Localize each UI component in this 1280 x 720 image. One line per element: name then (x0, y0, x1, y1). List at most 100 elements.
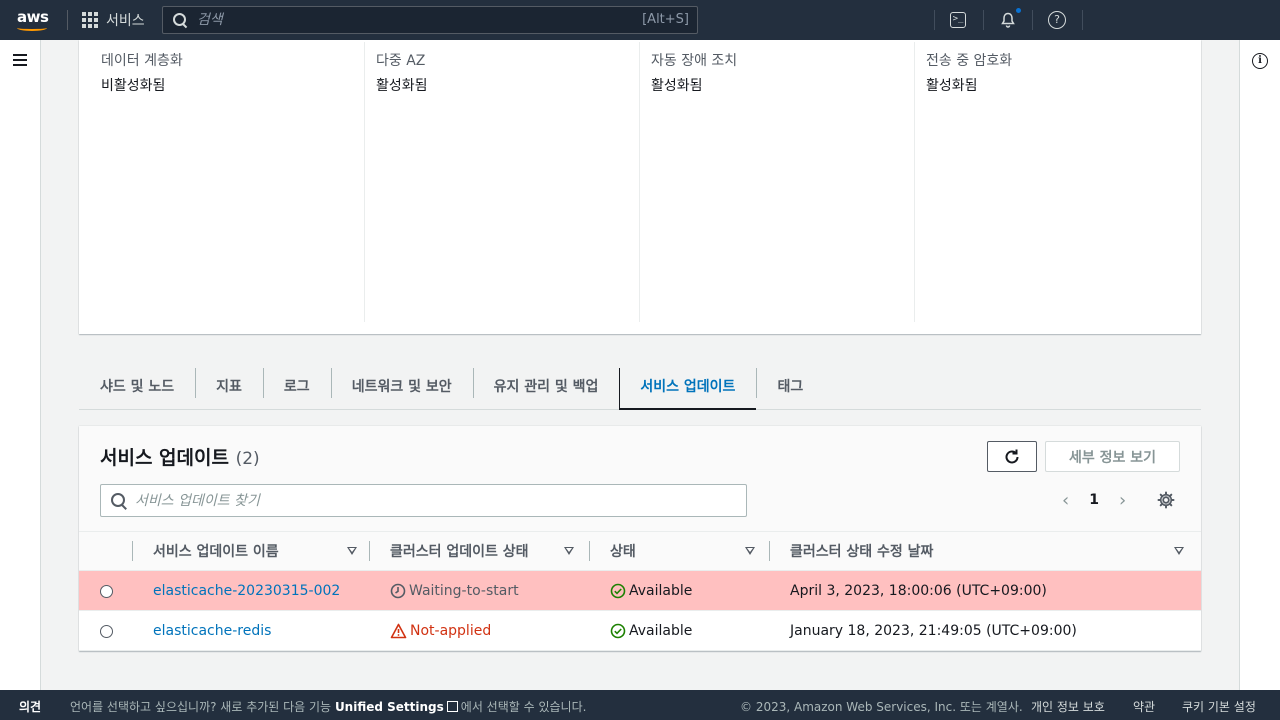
top-navigation: aws 서비스 [Alt+S] >_ ? (0, 0, 1280, 40)
row-select-radio[interactable] (100, 585, 113, 598)
services-menu-button[interactable]: 서비스 (82, 10, 145, 30)
detail-label: 다중 AZ (376, 53, 426, 69)
service-update-search-input[interactable] (135, 492, 735, 509)
service-update-name-cell: elasticache-redis (153, 611, 271, 651)
tab-tags[interactable]: 태그 (756, 362, 824, 409)
language-message: 언어를 선택하고 싶으십니까? 새로 추가된 다음 기능 Unified Set… (70, 698, 586, 715)
search-field[interactable] (100, 484, 747, 517)
service-update-link[interactable]: elasticache-redis (153, 623, 271, 639)
status-text: Available (629, 623, 693, 639)
column-divider (369, 541, 370, 561)
column-header-label: 클러스터 업데이트 상태 (390, 544, 529, 560)
column-divider (589, 541, 590, 561)
language-message-text: 언어를 선택하고 싶으십니까? 새로 추가된 다음 기능 (70, 700, 332, 714)
nav-divider (1082, 10, 1083, 30)
row-select-radio[interactable] (100, 625, 113, 638)
detail-label: 전송 중 암호화 (926, 53, 1013, 69)
notifications-button[interactable] (998, 8, 1021, 30)
column-headers: 서비스 업데이트 이름 클러스터 업데이트 상태 상태 클러스터 상태 수정 날… (79, 531, 1201, 571)
tab-maintenance-and-backups[interactable]: 유지 관리 및 백업 (472, 362, 620, 409)
table-row[interactable]: elasticache-redis Not-applied Available … (79, 611, 1201, 651)
cluster-status-text: Not-applied (410, 623, 492, 639)
tab-shards-and-nodes[interactable]: 샤드 및 노드 (79, 362, 195, 409)
search-icon (173, 13, 187, 27)
status-cell: Available (610, 571, 692, 611)
feedback-link[interactable]: 의견 (19, 698, 41, 715)
search-icon (111, 492, 127, 509)
column-header-label: 상태 (610, 544, 636, 560)
warning-icon (390, 623, 407, 639)
cloudshell-button[interactable]: >_ (948, 10, 968, 30)
page-number[interactable]: 1 (1089, 492, 1099, 508)
column-header-label: 서비스 업데이트 이름 (153, 544, 279, 560)
detail-label: 데이터 계층화 (101, 53, 183, 69)
tab-service-updates[interactable]: 서비스 업데이트 (619, 362, 757, 410)
detail-value: 활성화됨 (926, 78, 978, 94)
table-row[interactable]: elasticache-20230315-002 Waiting-to-star… (79, 571, 1201, 611)
service-update-link[interactable]: elasticache-20230315-002 (153, 583, 340, 599)
help-icon: ? (1048, 11, 1066, 29)
menu-icon[interactable] (13, 54, 27, 66)
column-divider (132, 541, 133, 561)
terms-link[interactable]: 약관 (1133, 698, 1155, 715)
view-details-button[interactable]: 세부 정보 보기 (1045, 441, 1180, 472)
bell-icon (1001, 12, 1015, 28)
detail-data-tiering: 데이터 계층화 비활성화됨 (79, 40, 364, 324)
sort-icon (745, 547, 755, 555)
unified-settings-link[interactable]: Unified Settings (335, 700, 444, 714)
footer: 의견 언어를 선택하고 싶으십니까? 새로 추가된 다음 기능 Unified … (0, 690, 1280, 720)
external-link-icon (446, 701, 458, 712)
detail-multi-az: 다중 AZ 활성화됨 (354, 40, 629, 324)
aws-logo[interactable]: aws (14, 6, 54, 34)
gear-icon[interactable] (1157, 491, 1175, 509)
cookie-preferences-link[interactable]: 쿠키 기본 설정 (1182, 698, 1256, 715)
sort-icon (347, 547, 357, 555)
left-navigation-rail (0, 40, 41, 690)
nav-divider (67, 10, 68, 30)
info-icon[interactable]: i (1252, 53, 1268, 69)
column-header-name[interactable]: 서비스 업데이트 이름 (153, 532, 358, 570)
search-shortcut: [Alt+S] (642, 12, 689, 27)
cluster-status-cell: Not-applied (390, 611, 491, 651)
detail-auto-failover: 자동 장애 조치 활성화됨 (629, 40, 904, 324)
global-search-input[interactable] (197, 12, 637, 28)
cluster-tabs: 샤드 및 노드 지표 로그 네트워크 및 보안 유지 관리 및 백업 서비스 업… (79, 362, 1201, 410)
nav-divider (983, 10, 984, 30)
services-label: 서비스 (106, 13, 145, 29)
grid-icon (82, 12, 98, 28)
column-header-cluster-status[interactable]: 클러스터 업데이트 상태 (390, 532, 580, 570)
cluster-details-card: 데이터 계층화 비활성화됨 다중 AZ 활성화됨 자동 장애 조치 활성화됨 전… (79, 40, 1201, 334)
modified-date-cell: April 3, 2023, 18:00:06 (UTC+09:00) (790, 583, 1047, 599)
global-search-bar[interactable]: [Alt+S] (162, 6, 698, 34)
service-update-name-cell: elasticache-20230315-002 (153, 571, 340, 611)
tab-metrics[interactable]: 지표 (195, 362, 263, 409)
terminal-icon: >_ (950, 12, 966, 28)
sort-icon (564, 547, 574, 555)
column-header-status[interactable]: 상태 (610, 532, 760, 570)
tab-network-and-security[interactable]: 네트워크 및 보안 (330, 362, 473, 409)
clock-icon (390, 583, 406, 599)
detail-value: 활성화됨 (651, 78, 703, 94)
privacy-link[interactable]: 개인 정보 보호 (1031, 698, 1105, 715)
column-header-label: 클러스터 상태 수정 날짜 (790, 544, 934, 560)
chevron-left-icon[interactable]: ‹ (1062, 490, 1069, 511)
language-message-suffix: 에서 선택할 수 있습니다. (460, 700, 587, 714)
copyright-text: © 2023, Amazon Web Services, Inc. 또는 계열사… (740, 700, 1023, 714)
check-circle-icon (610, 583, 626, 599)
check-circle-icon (610, 623, 626, 639)
table-header: 서비스 업데이트 (2) 세부 정보 보기 ‹ 1 › 서비스 업데이트 이름 (79, 426, 1201, 571)
column-header-modified-date[interactable]: 클러스터 상태 수정 날짜 (790, 532, 1190, 570)
service-updates-table: 서비스 업데이트 (2) 세부 정보 보기 ‹ 1 › 서비스 업데이트 이름 (79, 426, 1201, 651)
detail-label: 자동 장애 조치 (651, 53, 738, 69)
sort-icon (1174, 547, 1184, 555)
tab-logs[interactable]: 로그 (262, 362, 331, 409)
status-cell: Available (610, 611, 692, 651)
table-count: (2) (235, 449, 260, 469)
help-button[interactable]: ? (1047, 10, 1067, 30)
chevron-right-icon[interactable]: › (1119, 490, 1126, 511)
table-title-text: 서비스 업데이트 (100, 447, 229, 469)
refresh-button[interactable] (987, 441, 1037, 472)
aws-logo-text: aws (17, 8, 49, 26)
cluster-status-cell: Waiting-to-start (390, 571, 519, 611)
refresh-icon (1005, 449, 1019, 463)
